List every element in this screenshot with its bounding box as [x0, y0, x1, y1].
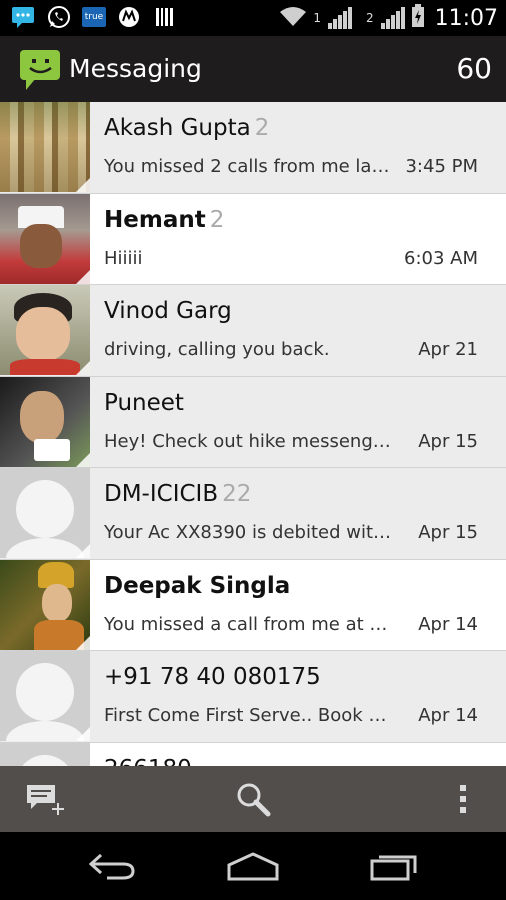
- message-snippet: driving, calling you back.: [104, 339, 330, 360]
- sim2-label: 2: [365, 11, 374, 25]
- conversation-row[interactable]: +91 78 40 080175 First Come First Serve.…: [0, 651, 506, 743]
- bottom-toolbar: [0, 766, 506, 832]
- conversation-row[interactable]: Hemant 2 Hiiiii 6:03 AM: [0, 193, 506, 285]
- message-time: 3:45 PM: [405, 156, 478, 177]
- contact-name: DM-ICICIB: [104, 481, 219, 507]
- whatsapp-icon: [46, 5, 72, 29]
- message-snippet: You missed 2 calls from me last night: [104, 156, 394, 177]
- conversation-row[interactable]: Akash Gupta 2 You missed 2 calls from me …: [0, 102, 506, 194]
- signal-icon: [327, 7, 352, 29]
- message-snippet: Hey! Check out hike messenger! Download …: [104, 430, 394, 452]
- message-snippet: Your Ac XX8390 is debited with INR: [104, 522, 394, 543]
- default-contact-icon: [16, 480, 74, 538]
- barcode-icon: [152, 5, 178, 29]
- back-icon: [88, 853, 135, 880]
- conversation-row[interactable]: Vinod Garg driving, calling you back. Ap…: [0, 285, 506, 377]
- compose-button[interactable]: [10, 766, 80, 832]
- recents-button[interactable]: [344, 832, 444, 900]
- message-time: 6:03 AM: [404, 247, 478, 269]
- message-count: 22: [222, 481, 252, 507]
- message-snippet: You missed a call from me at 3:15 AM: [104, 613, 394, 635]
- message-time: Apr 15: [418, 430, 478, 452]
- avatar[interactable]: [0, 468, 90, 558]
- avatar[interactable]: [0, 376, 90, 467]
- contact-name: Deepak Singla: [104, 572, 291, 599]
- recents-icon: [370, 855, 417, 881]
- conversation-row[interactable]: Deepak Singla You missed a call from me …: [0, 559, 506, 651]
- contact-name: Vinod Garg: [104, 298, 232, 324]
- search-icon: [237, 783, 271, 817]
- default-contact-icon: [16, 663, 74, 721]
- page-title: Messaging: [69, 54, 202, 83]
- search-button[interactable]: [218, 766, 288, 832]
- action-bar: Messaging 60: [0, 36, 506, 104]
- message-time: Apr 21: [418, 339, 478, 360]
- wifi-icon: [279, 5, 307, 31]
- contact-name: Puneet: [104, 389, 184, 416]
- chat-notification-icon: [10, 5, 36, 29]
- sim1-label: 1: [313, 11, 321, 25]
- compose-icon: [27, 785, 64, 815]
- conversation-row[interactable]: DM-ICICIB 22 Your Ac XX8390 is debited wi…: [0, 468, 506, 560]
- truecaller-icon: true: [82, 7, 106, 27]
- message-snippet: Hiiiii: [104, 247, 143, 269]
- back-button[interactable]: [62, 832, 162, 900]
- conversation-row[interactable]: Puneet Hey! Check out hike messenger! Do…: [0, 376, 506, 468]
- avatar[interactable]: [0, 742, 90, 766]
- contact-name: 266180: [104, 756, 192, 767]
- avatar[interactable]: [0, 193, 90, 284]
- battery-icon: [411, 4, 425, 32]
- avatar[interactable]: [0, 285, 90, 375]
- status-bar: true 1 2 11:07: [0, 0, 506, 36]
- message-time: Apr 15: [418, 522, 478, 543]
- message-count: 2: [209, 206, 225, 233]
- default-contact-icon: [16, 754, 74, 766]
- motorola-icon: [116, 5, 142, 29]
- contact-name: Hemant: [104, 206, 206, 233]
- message-snippet: First Come First Serve.. Book urgently: [104, 705, 394, 726]
- message-time: Apr 14: [418, 705, 478, 726]
- signal-icon: [380, 7, 405, 29]
- conversation-count: 60: [456, 52, 492, 85]
- navigation-bar: [0, 832, 506, 900]
- messaging-app-icon[interactable]: [18, 48, 62, 92]
- overflow-menu-icon: [460, 785, 466, 813]
- avatar[interactable]: [0, 559, 90, 650]
- avatar[interactable]: [0, 102, 90, 192]
- contact-name: +91 78 40 080175: [104, 664, 321, 690]
- home-icon: [227, 852, 279, 881]
- overflow-menu-button[interactable]: [430, 766, 496, 832]
- avatar[interactable]: [0, 651, 90, 741]
- conversation-list[interactable]: Akash Gupta 2 You missed 2 calls from me …: [0, 102, 506, 766]
- conversation-row[interactable]: 266180: [0, 742, 506, 767]
- clock: 11:07: [434, 5, 498, 31]
- home-button[interactable]: [203, 832, 303, 900]
- message-count: 2: [254, 115, 270, 141]
- message-time: Apr 14: [418, 613, 478, 635]
- contact-name: Akash Gupta: [104, 115, 251, 141]
